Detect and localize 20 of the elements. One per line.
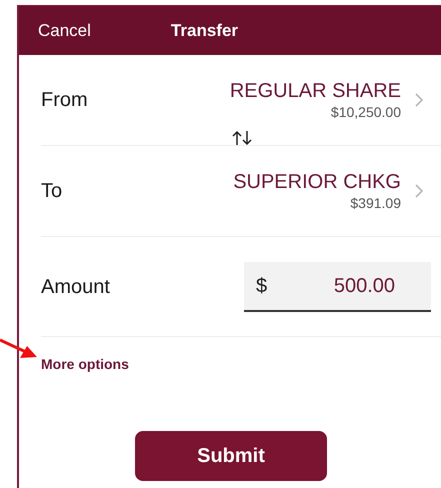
swap-icon[interactable] — [231, 129, 253, 147]
chevron-right-icon — [415, 93, 423, 107]
more-options-link[interactable]: More options — [41, 354, 129, 375]
amount-value: 500.00 — [334, 274, 395, 298]
account-balance: $391.09 — [350, 194, 401, 212]
row-label: From — [41, 88, 88, 113]
screen-title: Transfer — [170, 20, 238, 42]
amount-field[interactable]: $ 500.00 — [244, 262, 431, 312]
annotation-arrow-icon — [0, 338, 38, 360]
cancel-button[interactable]: Cancel — [38, 18, 91, 44]
account-balance: $10,250.00 — [330, 104, 401, 122]
submit-button[interactable]: Submit — [135, 431, 327, 481]
chevron-right-icon — [415, 184, 423, 198]
account-name: SUPERIOR CHKG — [233, 170, 401, 195]
currency-symbol: $ — [256, 274, 268, 298]
row-label: Amount — [41, 274, 110, 300]
row-label: To — [41, 179, 62, 204]
account-picker[interactable]: REGULAR SHARE $10,250.00 — [230, 78, 423, 122]
account-picker[interactable]: SUPERIOR CHKG $391.09 — [233, 170, 423, 212]
account-name: REGULAR SHARE — [230, 78, 401, 104]
